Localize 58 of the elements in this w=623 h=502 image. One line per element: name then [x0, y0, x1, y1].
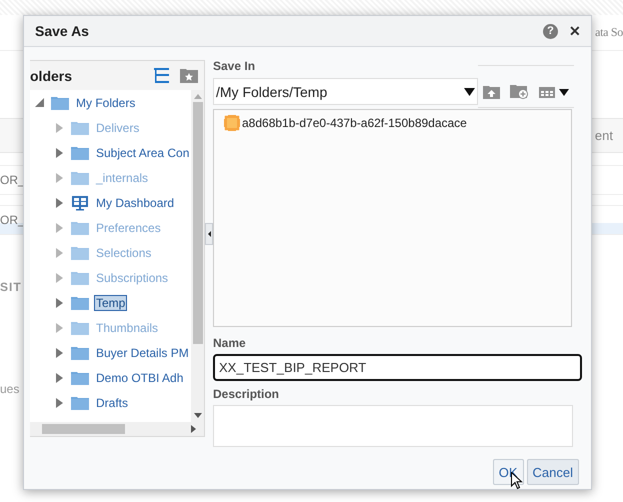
panel-title: olders — [30, 68, 74, 84]
scroll-right-arrow-icon[interactable] — [191, 425, 196, 433]
column-header: ent — [594, 128, 613, 143]
save-in-dropdown[interactable]: /My Folders/Temp — [213, 78, 478, 105]
folder-icon — [71, 370, 89, 384]
folder-icon — [71, 170, 89, 184]
cancel-button[interactable]: Cancel — [526, 459, 579, 485]
description-field[interactable] — [213, 405, 573, 447]
folder-icon — [71, 146, 89, 160]
splitter-handle[interactable] — [205, 223, 213, 245]
close-button[interactable]: ✕ — [569, 24, 581, 38]
expand-arrow-icon[interactable] — [56, 398, 62, 408]
file-item[interactable]: a8d68b1b-d7e0-437b-a62f-150b89dacace — [242, 116, 467, 130]
folder-item[interactable]: Buyer Details PM — [94, 344, 191, 360]
expand-arrow-icon[interactable] — [56, 148, 62, 158]
caret-icon[interactable] — [464, 88, 475, 96]
field-value: OR_ — [0, 173, 25, 187]
name-field[interactable]: XX_TEST_BIP_REPORT — [213, 354, 582, 381]
description-label: Description — [213, 386, 280, 402]
folder-item[interactable]: Temp — [94, 294, 128, 310]
folder-item[interactable]: Subject Area Con — [94, 144, 191, 160]
folder-icon — [51, 96, 69, 110]
save-in-label: Save In — [213, 58, 256, 74]
folder-icon — [71, 246, 89, 260]
folder-item[interactable]: My Folders — [74, 94, 138, 110]
section-heading: SIT — [0, 280, 23, 294]
favorite-folder-icon[interactable] — [180, 68, 198, 83]
folder-icon — [71, 396, 89, 410]
tree-view-icon[interactable] — [154, 68, 170, 84]
scroll-down-arrow-icon[interactable] — [194, 413, 202, 418]
folder-up-icon[interactable] — [483, 84, 500, 98]
scrollbar-thumb[interactable] — [42, 424, 125, 434]
dashboard-icon — [71, 194, 89, 210]
expand-arrow-icon[interactable] — [56, 372, 62, 382]
scrollbar-thumb[interactable] — [192, 102, 202, 344]
help-button[interactable]: ? — [543, 24, 558, 38]
folder-icon — [71, 220, 89, 234]
new-folder-icon[interactable] — [510, 84, 529, 99]
ok-button[interactable]: OK — [492, 459, 524, 485]
tab-label[interactable]: ata So — [595, 25, 623, 40]
name-label: Name — [213, 335, 247, 351]
view-menu-icon[interactable] — [539, 86, 569, 98]
field-value: OR_ — [0, 213, 25, 227]
folder-item[interactable]: Drafts — [94, 394, 130, 410]
report-icon — [224, 115, 240, 131]
dialog-title: Save As — [35, 23, 90, 39]
folder-icon — [71, 296, 89, 310]
folder-icon — [71, 120, 89, 134]
folder-item[interactable]: My Dashboard — [94, 194, 176, 210]
folder-icon — [71, 270, 89, 284]
folder-icon — [71, 346, 89, 360]
expand-arrow-icon[interactable] — [56, 298, 62, 308]
expand-arrow-icon[interactable] — [56, 348, 62, 358]
collapse-arrow-icon[interactable] — [34, 98, 44, 107]
field-label: ues — [0, 382, 20, 396]
folder-item[interactable]: Demo OTBI Adh — [94, 370, 186, 386]
folder-icon — [71, 320, 89, 334]
expand-arrow-icon[interactable] — [56, 198, 62, 208]
